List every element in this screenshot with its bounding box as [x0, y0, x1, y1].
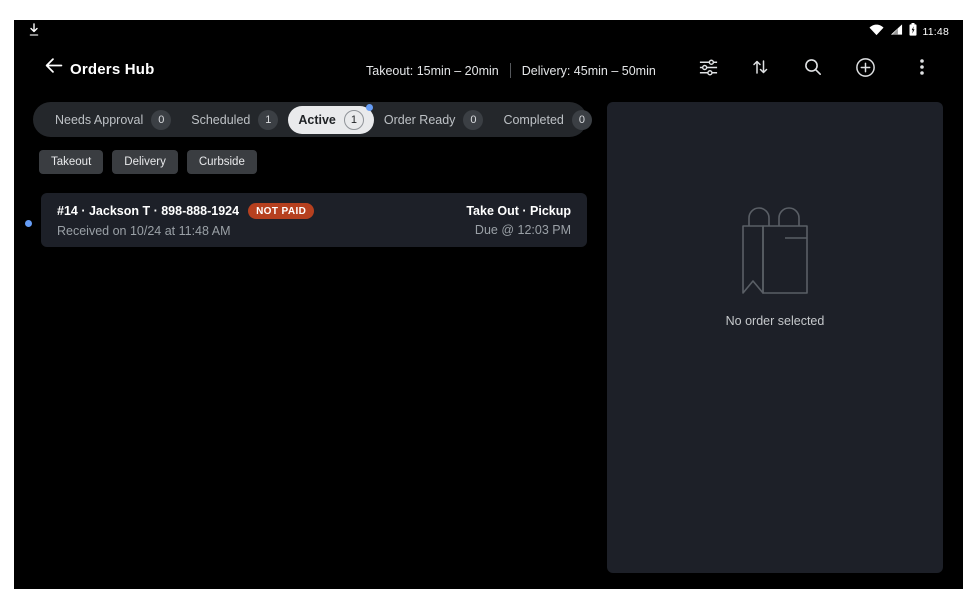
order-detail-panel: No order selected	[607, 102, 943, 573]
tab-count-badge: 1	[344, 110, 364, 130]
cellular-signal-icon	[890, 23, 903, 41]
fulfillment-filter-chips: Takeout Delivery Curbside	[39, 150, 257, 174]
order-card-right: Take Out · Pickup Due @ 12:03 PM	[466, 203, 571, 237]
sort-arrows-icon	[750, 57, 770, 77]
search-icon	[803, 57, 823, 77]
order-status-tab-bar: Needs Approval 0 Scheduled 1 Active 1 Or…	[33, 102, 587, 137]
tab-count-badge: 1	[258, 110, 278, 130]
wifi-icon	[869, 23, 884, 41]
filter-tune-button[interactable]	[694, 53, 722, 81]
tab-label: Scheduled	[191, 113, 250, 127]
add-order-button[interactable]	[851, 53, 879, 81]
order-fulfillment-type: Take Out · Pickup	[466, 204, 571, 218]
tab-label: Active	[298, 113, 336, 127]
order-due-time: Due @ 12:03 PM	[466, 223, 571, 237]
search-button[interactable]	[799, 53, 827, 81]
tab-completed[interactable]: Completed 0	[493, 106, 601, 134]
sort-button[interactable]	[746, 53, 774, 81]
chip-delivery[interactable]: Delivery	[112, 150, 178, 174]
back-button[interactable]	[42, 57, 64, 79]
overflow-menu-button[interactable]	[908, 53, 936, 81]
tab-count-badge: 0	[572, 110, 592, 130]
tab-needs-approval[interactable]: Needs Approval 0	[45, 106, 181, 134]
tab-order-ready[interactable]: Order Ready 0	[374, 106, 494, 134]
notification-dot	[366, 104, 373, 111]
order-list-item[interactable]: #14 · Jackson T · 898-888-1924 NOT PAID …	[41, 193, 587, 247]
order-received-time: Received on 10/24 at 11:48 AM	[57, 224, 314, 238]
tab-label: Needs Approval	[55, 113, 143, 127]
not-paid-badge: NOT PAID	[248, 203, 314, 219]
device-screen: 11:48 Orders Hub Takeout: 15min – 20min …	[14, 20, 963, 589]
unread-order-dot	[25, 220, 32, 227]
tab-count-badge: 0	[463, 110, 483, 130]
tab-scheduled[interactable]: Scheduled 1	[181, 106, 288, 134]
tab-label: Completed	[503, 113, 563, 127]
more-vert-icon	[912, 57, 932, 77]
back-arrow-icon	[44, 56, 63, 80]
status-bar: 11:48	[14, 20, 963, 44]
chip-takeout[interactable]: Takeout	[39, 150, 103, 174]
takeout-prep-time: Takeout: 15min – 20min	[366, 64, 499, 78]
tab-label: Order Ready	[384, 113, 456, 127]
tab-count-badge: 0	[151, 110, 171, 130]
page-title: Orders Hub	[70, 61, 155, 78]
delivery-prep-time: Delivery: 45min – 50min	[522, 64, 656, 78]
app-header: Orders Hub Takeout: 15min – 20min Delive…	[14, 44, 963, 92]
tab-active[interactable]: Active 1	[288, 106, 374, 134]
order-title: #14 · Jackson T · 898-888-1924	[57, 204, 239, 218]
order-card-left: #14 · Jackson T · 898-888-1924 NOT PAID …	[57, 203, 314, 237]
download-icon	[28, 23, 40, 42]
shopping-bag-icon	[742, 206, 808, 299]
prep-times-divider	[510, 63, 511, 78]
chip-curbside[interactable]: Curbside	[187, 150, 257, 174]
clock-time: 11:48	[923, 26, 950, 38]
empty-state-text: No order selected	[607, 314, 943, 328]
plus-circle-icon	[855, 57, 876, 78]
prep-times: Takeout: 15min – 20min Delivery: 45min –…	[366, 63, 656, 78]
tune-icon	[698, 57, 719, 78]
battery-charging-icon	[909, 23, 917, 41]
